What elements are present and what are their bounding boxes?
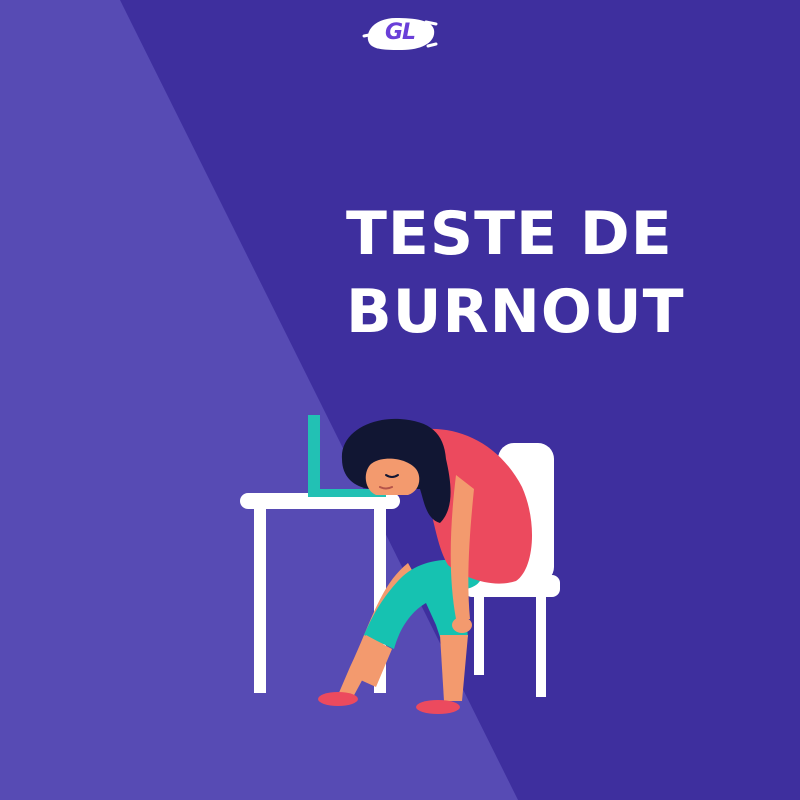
- shoe-right-icon: [416, 700, 460, 714]
- title-line-2: BURNOUT: [346, 277, 685, 347]
- title-line-1: TESTE DE: [346, 199, 673, 269]
- hand: [452, 617, 472, 633]
- front-leg: [440, 635, 468, 701]
- burnout-woman-desk-illustration: [240, 415, 560, 714]
- shoe-left-icon: [318, 692, 358, 706]
- poster-canvas: GL TESTE DE BURNOUT: [0, 0, 800, 800]
- logo-text: GL: [384, 20, 416, 45]
- page-title: TESTE DE BURNOUT: [346, 195, 786, 351]
- gl-logo: GL: [362, 10, 438, 56]
